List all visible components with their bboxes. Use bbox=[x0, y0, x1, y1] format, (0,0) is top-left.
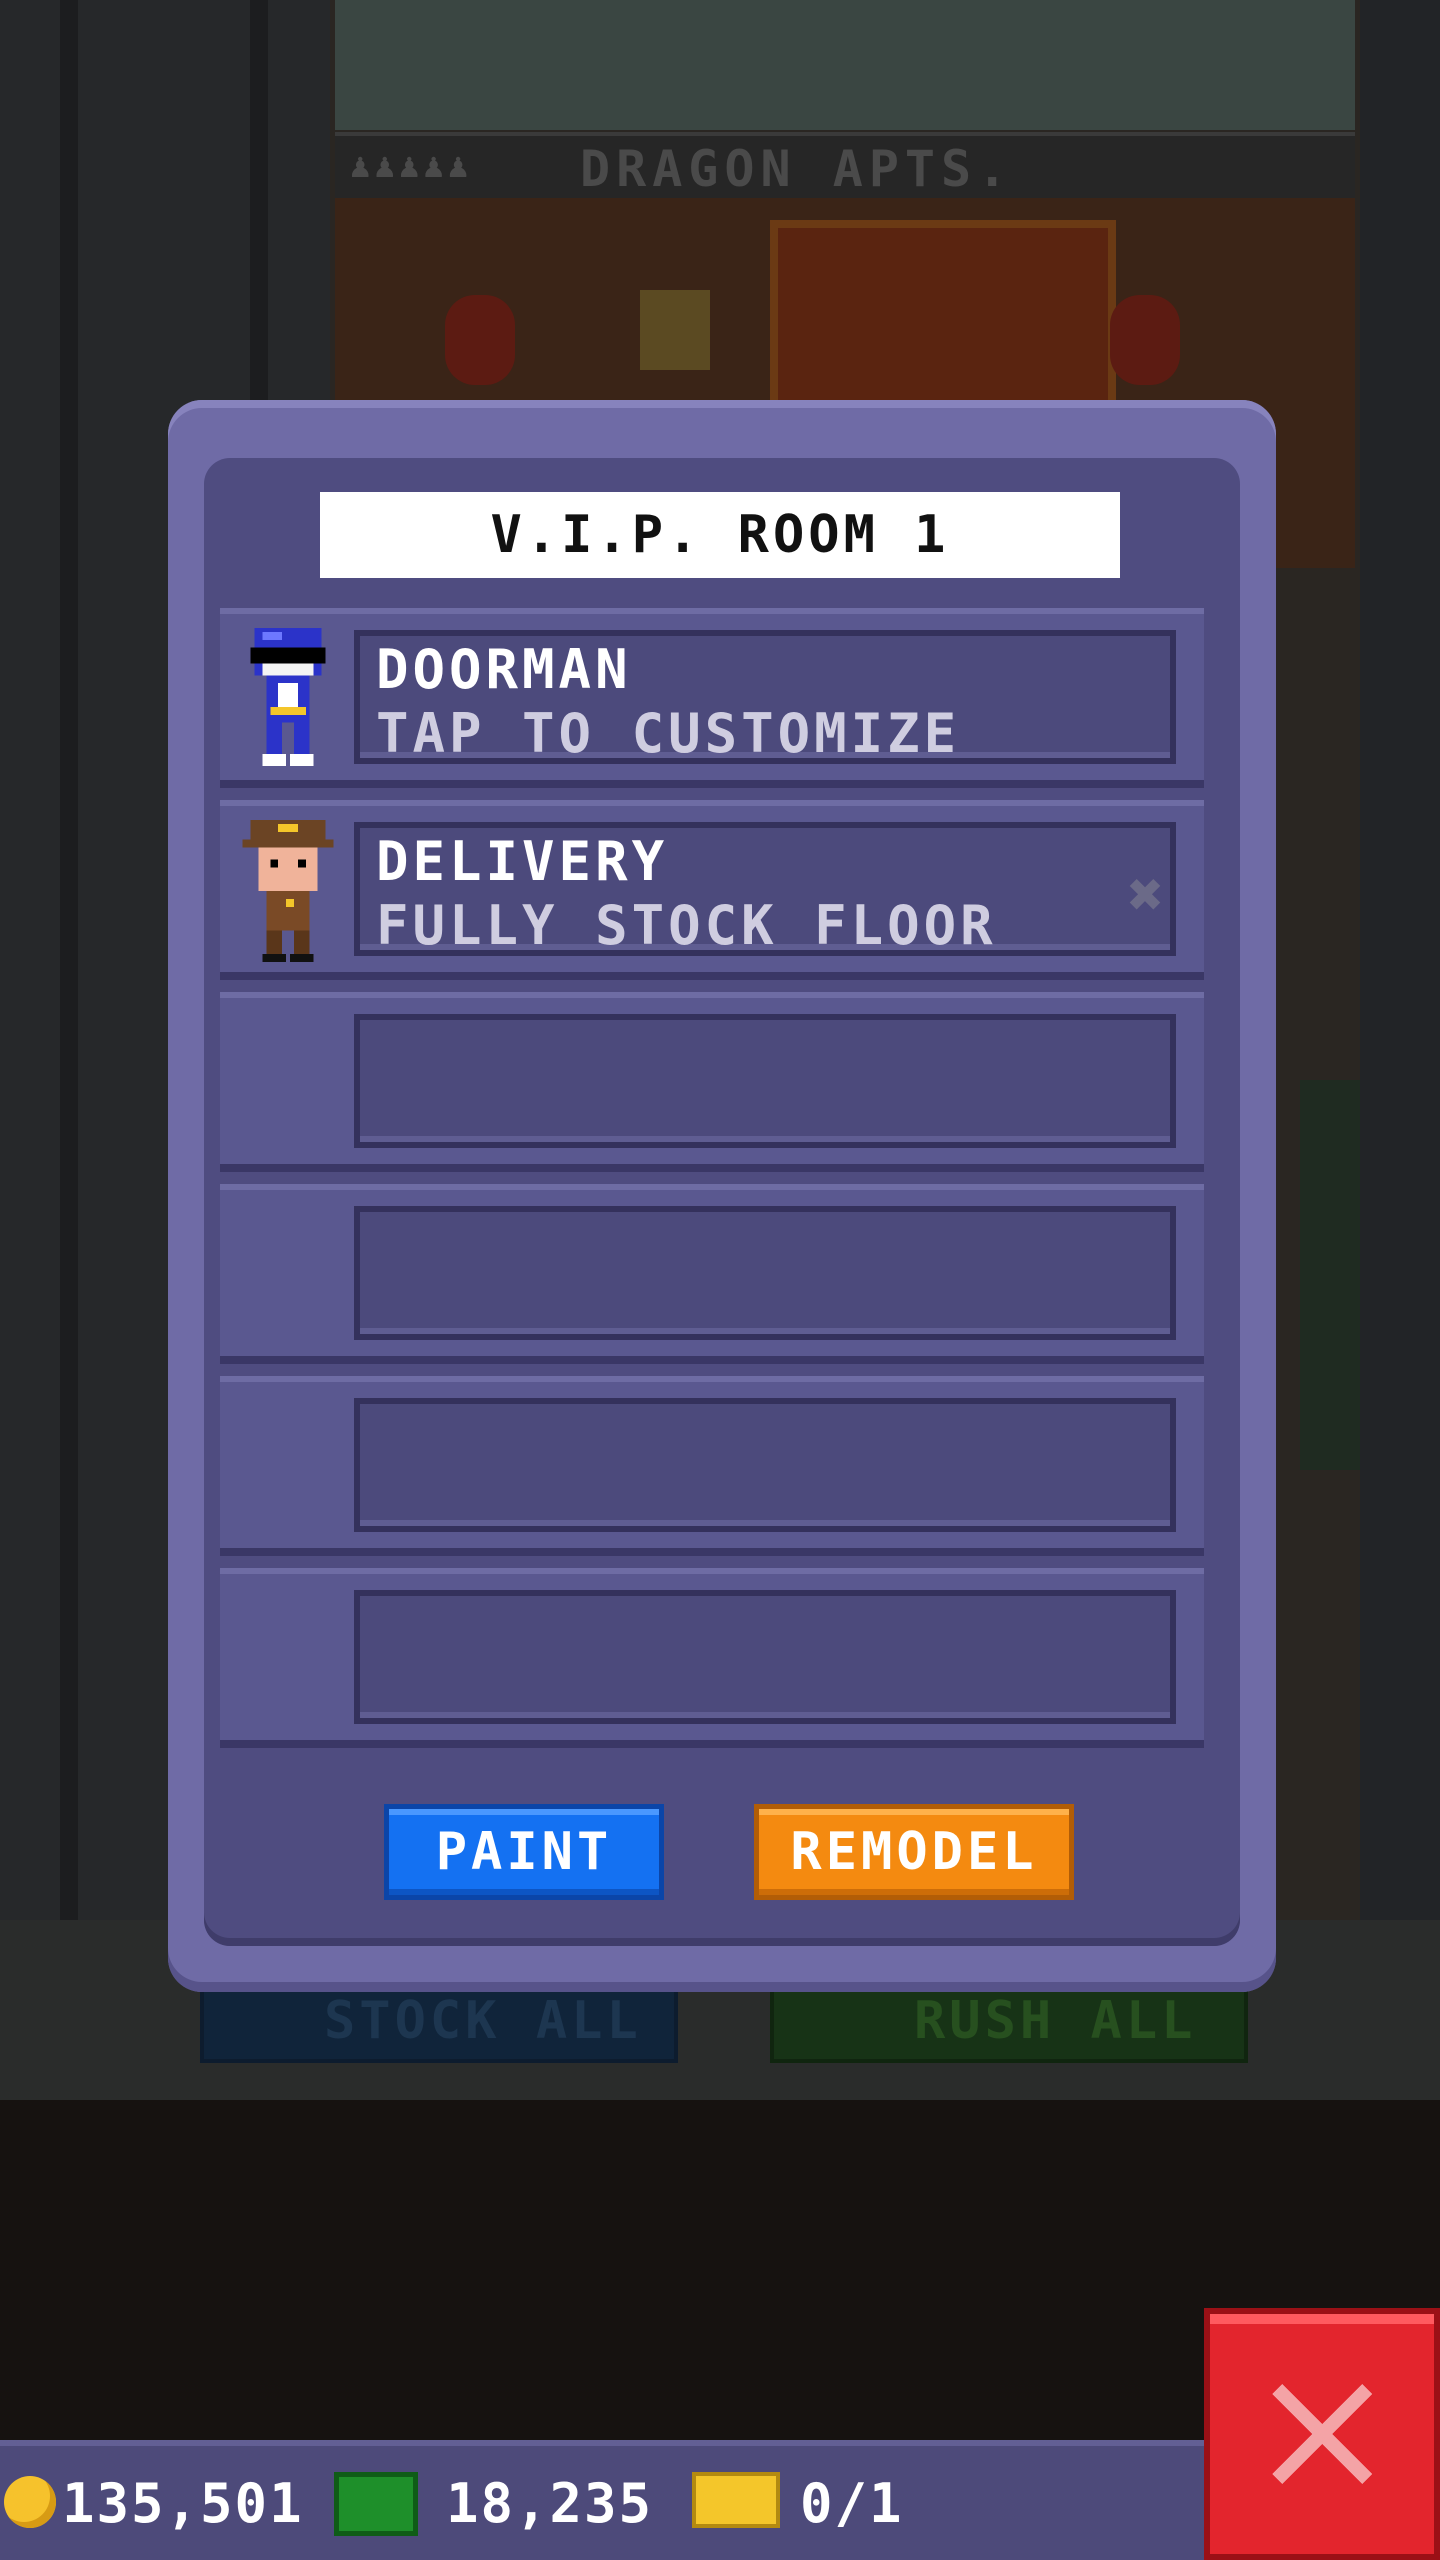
resident-slot bbox=[354, 1206, 1176, 1340]
tower-bux-icon bbox=[334, 2472, 418, 2536]
empty-resident-row[interactable] bbox=[220, 1184, 1204, 1364]
coin-icon bbox=[4, 2476, 56, 2528]
resident-list: DOORMAN TAP TO CUSTOMIZE DELIVERY FULLY … bbox=[220, 608, 1204, 1760]
coin-balance: 135,501 bbox=[62, 2472, 304, 2535]
resident-row-doorman[interactable]: DOORMAN TAP TO CUSTOMIZE bbox=[220, 608, 1204, 788]
bux-balance: 18,235 bbox=[446, 2472, 654, 2535]
side-floor bbox=[1300, 1080, 1360, 1470]
lantern-icon bbox=[1110, 295, 1180, 385]
dialog-title: V.I.P. ROOM 1 bbox=[320, 492, 1120, 578]
close-x-icon bbox=[1272, 2384, 1372, 2484]
resident-job: DELIVERY bbox=[376, 830, 669, 893]
x-mark-icon[interactable]: ✖ bbox=[1128, 860, 1164, 930]
doorman-avatar bbox=[250, 628, 326, 767]
paint-button[interactable]: PAINT bbox=[384, 1804, 664, 1900]
resident-status: TAP TO CUSTOMIZE bbox=[376, 702, 961, 765]
empty-resident-row[interactable] bbox=[220, 992, 1204, 1172]
lantern-icon bbox=[445, 295, 515, 385]
ticket-count: 0/1 bbox=[800, 2472, 904, 2535]
empty-resident-row[interactable] bbox=[220, 1568, 1204, 1748]
golden-ticket-icon bbox=[692, 2472, 780, 2528]
resident-row-delivery[interactable]: DELIVERY FULLY STOCK FLOOR ✖ bbox=[220, 800, 1204, 980]
residents-icon: ♟♟♟♟♟ bbox=[350, 146, 473, 186]
upper-floor bbox=[335, 0, 1355, 130]
floor-name: DRAGON APTS. bbox=[580, 140, 1014, 198]
resident-status: FULLY STOCK FLOOR bbox=[376, 894, 997, 957]
right-shaft bbox=[1360, 0, 1440, 1930]
resident-slot bbox=[354, 1590, 1176, 1724]
window bbox=[640, 290, 710, 370]
empty-resident-row[interactable] bbox=[220, 1376, 1204, 1556]
delivery-avatar bbox=[242, 820, 334, 962]
close-button[interactable] bbox=[1204, 2308, 1440, 2560]
resident-slot bbox=[354, 1398, 1176, 1532]
resident-job: DOORMAN bbox=[376, 638, 632, 701]
resident-slot bbox=[354, 1014, 1176, 1148]
remodel-button[interactable]: REMODEL bbox=[754, 1804, 1074, 1900]
